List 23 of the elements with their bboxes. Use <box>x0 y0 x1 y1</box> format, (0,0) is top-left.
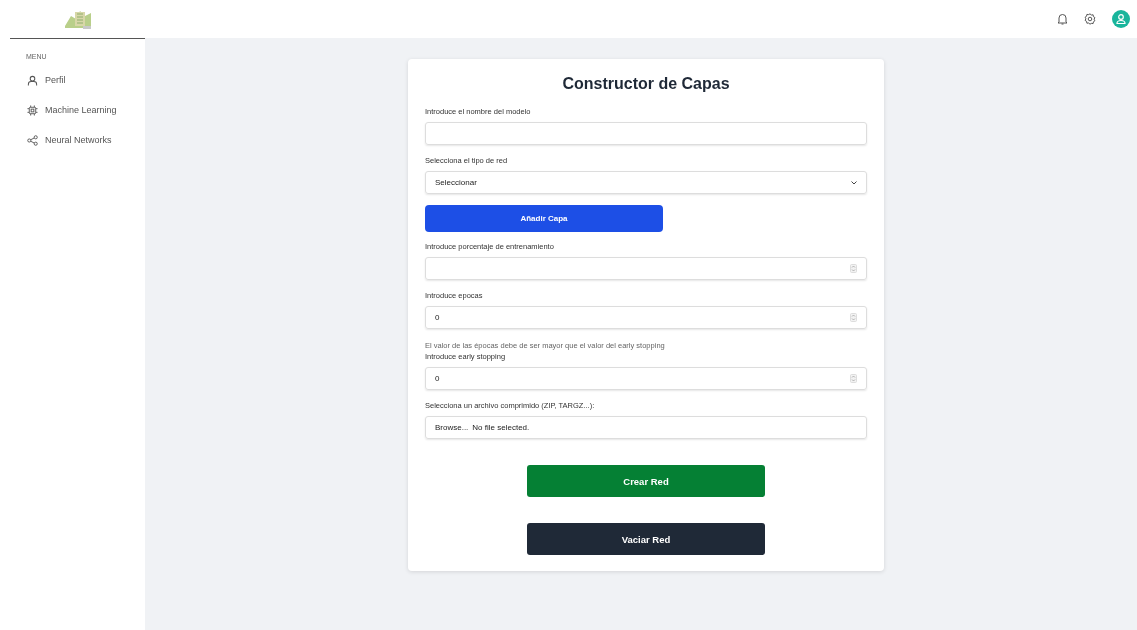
text-field[interactable] <box>425 122 867 145</box>
number-field[interactable]: 0 <box>425 367 867 390</box>
person-icon <box>27 74 38 86</box>
sidebar-item[interactable]: Machine Learning <box>0 95 145 125</box>
clear-button[interactable]: Vaciar Red <box>527 523 765 555</box>
avatar-icon[interactable] <box>1112 10 1130 28</box>
select-field[interactable]: Seleccionar <box>425 171 867 194</box>
number-field[interactable]: 0 <box>425 306 867 329</box>
share-icon <box>27 134 38 146</box>
form-title: Constructor de Capas <box>561 75 731 93</box>
chevron-down-icon <box>851 180 857 185</box>
sidebar-item[interactable]: Perfil <box>0 65 145 95</box>
sidebar-item[interactable]: Neural Networks <box>0 125 145 155</box>
chip-icon <box>27 104 38 116</box>
spinner-arrows-icon[interactable] <box>850 264 857 273</box>
settings-icon[interactable] <box>1084 13 1096 25</box>
create-button[interactable]: Crear Red <box>527 465 765 497</box>
notification-icon[interactable] <box>1057 13 1068 25</box>
file-field[interactable]: Browse... No file selected. <box>425 416 867 439</box>
add-layer-button[interactable]: Añadir Capa <box>425 205 663 232</box>
spinner-arrows-icon[interactable] <box>850 313 857 322</box>
spinner-arrows-icon[interactable] <box>850 374 857 383</box>
number-field[interactable] <box>425 257 867 280</box>
